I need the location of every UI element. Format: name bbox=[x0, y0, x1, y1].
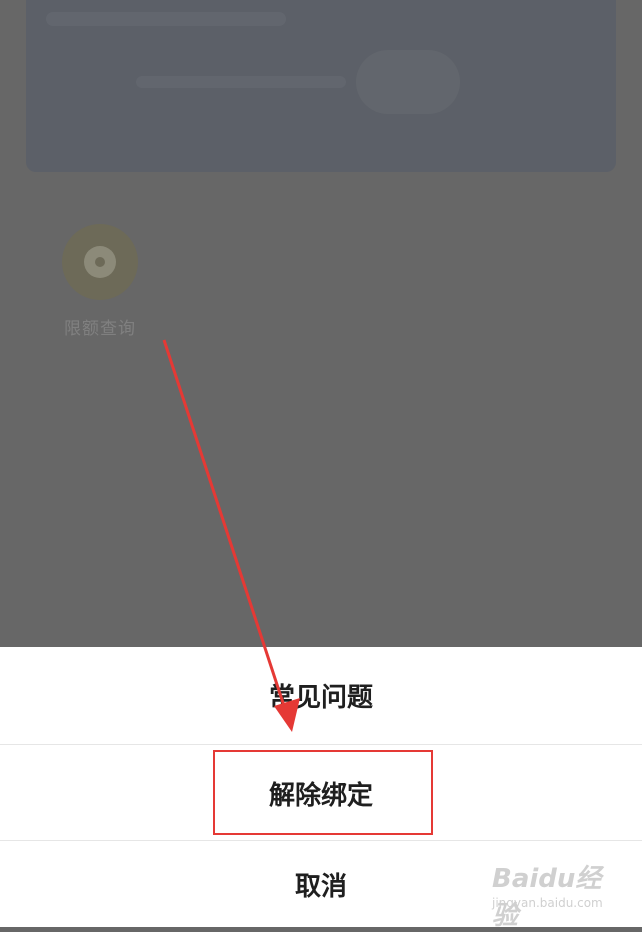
card-text-placeholder bbox=[136, 76, 346, 88]
tool-limit-query-label: 限额查询 bbox=[64, 319, 136, 339]
watermark: Baidu经验 jingyan.baidu.com bbox=[492, 858, 622, 931]
dimmed-page-background[interactable]: 限额查询 bbox=[0, 0, 642, 647]
coin-icon bbox=[62, 224, 138, 300]
faq-option[interactable]: 常见问题 bbox=[0, 647, 642, 743]
watermark-logo: Baidu经验 bbox=[492, 864, 602, 931]
card-text-placeholder bbox=[46, 12, 286, 26]
card-action-button bbox=[356, 50, 460, 114]
tool-limit-query: 限额查询 bbox=[52, 224, 148, 339]
watermark-url: jingyan.baidu.com bbox=[492, 896, 603, 910]
annotation-highlight-box bbox=[213, 750, 433, 835]
bank-card-panel bbox=[26, 0, 616, 172]
